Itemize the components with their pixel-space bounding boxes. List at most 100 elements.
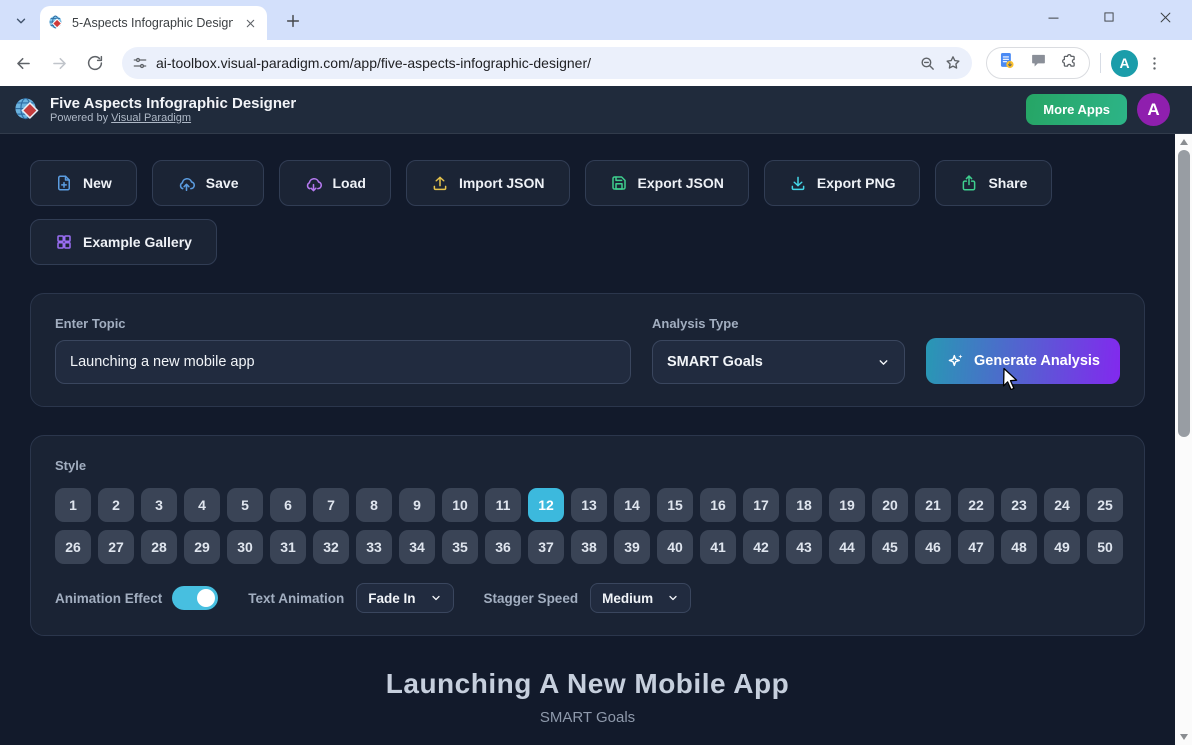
style-option-35[interactable]: 35	[442, 530, 478, 564]
style-option-40[interactable]: 40	[657, 530, 693, 564]
visual-paradigm-link[interactable]: Visual Paradigm	[111, 112, 191, 124]
style-option-44[interactable]: 44	[829, 530, 865, 564]
style-option-26[interactable]: 26	[55, 530, 91, 564]
style-option-38[interactable]: 38	[571, 530, 607, 564]
style-option-14[interactable]: 14	[614, 488, 650, 522]
style-option-23[interactable]: 23	[1001, 488, 1037, 522]
style-option-33[interactable]: 33	[356, 530, 392, 564]
style-option-5[interactable]: 5	[227, 488, 263, 522]
docs-extension-icon[interactable]	[997, 51, 1016, 75]
infographic-preview: Launching A New Mobile App SMART Goals	[30, 668, 1145, 726]
animation-effect-label: Animation Effect	[55, 591, 162, 606]
page-title: Five Aspects Infographic Designer	[50, 95, 296, 112]
style-option-17[interactable]: 17	[743, 488, 779, 522]
style-option-32[interactable]: 32	[313, 530, 349, 564]
style-option-36[interactable]: 36	[485, 530, 521, 564]
minimize-icon[interactable]	[1040, 4, 1066, 30]
share-button[interactable]: Share	[935, 160, 1052, 206]
style-option-20[interactable]: 20	[872, 488, 908, 522]
zoom-out-icon[interactable]	[919, 55, 936, 72]
topic-input[interactable]	[55, 340, 631, 384]
style-option-3[interactable]: 3	[141, 488, 177, 522]
style-option-48[interactable]: 48	[1001, 530, 1037, 564]
style-option-22[interactable]: 22	[958, 488, 994, 522]
style-option-24[interactable]: 24	[1044, 488, 1080, 522]
site-info-icon[interactable]	[132, 55, 148, 71]
style-option-1[interactable]: 1	[55, 488, 91, 522]
new-button[interactable]: New	[30, 160, 137, 206]
chrome-profile-avatar[interactable]: A	[1111, 50, 1138, 77]
scrollbar-up-icon[interactable]	[1175, 135, 1192, 149]
maximize-icon[interactable]	[1096, 4, 1122, 30]
export-png-button-label: Export PNG	[817, 175, 896, 191]
refresh-icon[interactable]	[80, 48, 110, 78]
style-option-9[interactable]: 9	[399, 488, 435, 522]
style-option-34[interactable]: 34	[399, 530, 435, 564]
collaborate-extension-icon[interactable]	[1030, 52, 1047, 74]
style-option-43[interactable]: 43	[786, 530, 822, 564]
text-animation-label: Text Animation	[248, 591, 344, 606]
style-option-11[interactable]: 11	[485, 488, 521, 522]
style-option-25[interactable]: 25	[1087, 488, 1123, 522]
bookmark-star-icon[interactable]	[944, 54, 962, 72]
style-option-12[interactable]: 12	[528, 488, 564, 522]
cloud-download-icon	[304, 174, 323, 193]
style-option-27[interactable]: 27	[98, 530, 134, 564]
more-apps-button[interactable]: More Apps	[1026, 94, 1127, 125]
forward-icon[interactable]	[44, 48, 74, 78]
back-icon[interactable]	[8, 48, 38, 78]
style-option-16[interactable]: 16	[700, 488, 736, 522]
style-option-10[interactable]: 10	[442, 488, 478, 522]
extensions-puzzle-icon[interactable]	[1061, 52, 1079, 75]
style-option-6[interactable]: 6	[270, 488, 306, 522]
analysis-type-select[interactable]: SMART Goals	[652, 340, 905, 384]
example-gallery-button[interactable]: Example Gallery	[30, 219, 217, 265]
user-avatar[interactable]: A	[1137, 93, 1170, 126]
share-button-label: Share	[988, 175, 1027, 191]
export-png-button[interactable]: Export PNG	[764, 160, 921, 206]
generate-analysis-button[interactable]: Generate Analysis	[926, 338, 1120, 384]
style-option-21[interactable]: 21	[915, 488, 951, 522]
style-option-42[interactable]: 42	[743, 530, 779, 564]
style-option-15[interactable]: 15	[657, 488, 693, 522]
action-toolbar: New Save Load Import JSON Export JSON	[30, 160, 1145, 265]
style-option-50[interactable]: 50	[1087, 530, 1123, 564]
close-icon[interactable]	[1152, 4, 1178, 30]
style-option-8[interactable]: 8	[356, 488, 392, 522]
style-option-19[interactable]: 19	[829, 488, 865, 522]
export-json-button[interactable]: Export JSON	[585, 160, 749, 206]
style-option-49[interactable]: 49	[1044, 530, 1080, 564]
style-option-2[interactable]: 2	[98, 488, 134, 522]
style-option-39[interactable]: 39	[614, 530, 650, 564]
new-tab-button[interactable]	[282, 10, 304, 32]
text-animation-select[interactable]: Fade In	[356, 583, 453, 613]
save-button[interactable]: Save	[152, 160, 264, 206]
page-scrollbar[interactable]	[1175, 134, 1192, 745]
style-option-37[interactable]: 37	[528, 530, 564, 564]
tab-search-button[interactable]	[8, 8, 34, 34]
style-option-31[interactable]: 31	[270, 530, 306, 564]
style-option-7[interactable]: 7	[313, 488, 349, 522]
address-bar[interactable]: ai-toolbox.visual-paradigm.com/app/five-…	[122, 47, 972, 79]
style-option-46[interactable]: 46	[915, 530, 951, 564]
style-option-30[interactable]: 30	[227, 530, 263, 564]
style-option-28[interactable]: 28	[141, 530, 177, 564]
style-option-47[interactable]: 47	[958, 530, 994, 564]
style-option-41[interactable]: 41	[700, 530, 736, 564]
toolbar-separator	[1100, 53, 1101, 73]
tab-close-icon[interactable]	[241, 14, 259, 32]
plus-icon	[285, 13, 301, 29]
style-option-13[interactable]: 13	[571, 488, 607, 522]
menu-dots-icon[interactable]	[1146, 55, 1163, 72]
style-option-45[interactable]: 45	[872, 530, 908, 564]
style-option-4[interactable]: 4	[184, 488, 220, 522]
animation-effect-toggle[interactable]	[172, 586, 218, 610]
stagger-speed-select[interactable]: Medium	[590, 583, 691, 613]
load-button[interactable]: Load	[279, 160, 391, 206]
import-json-button[interactable]: Import JSON	[406, 160, 570, 206]
style-option-18[interactable]: 18	[786, 488, 822, 522]
browser-tab[interactable]: 5-Aspects Infographic Designer	[40, 6, 267, 40]
scrollbar-down-icon[interactable]	[1175, 730, 1192, 744]
scrollbar-thumb[interactable]	[1178, 150, 1190, 437]
style-option-29[interactable]: 29	[184, 530, 220, 564]
